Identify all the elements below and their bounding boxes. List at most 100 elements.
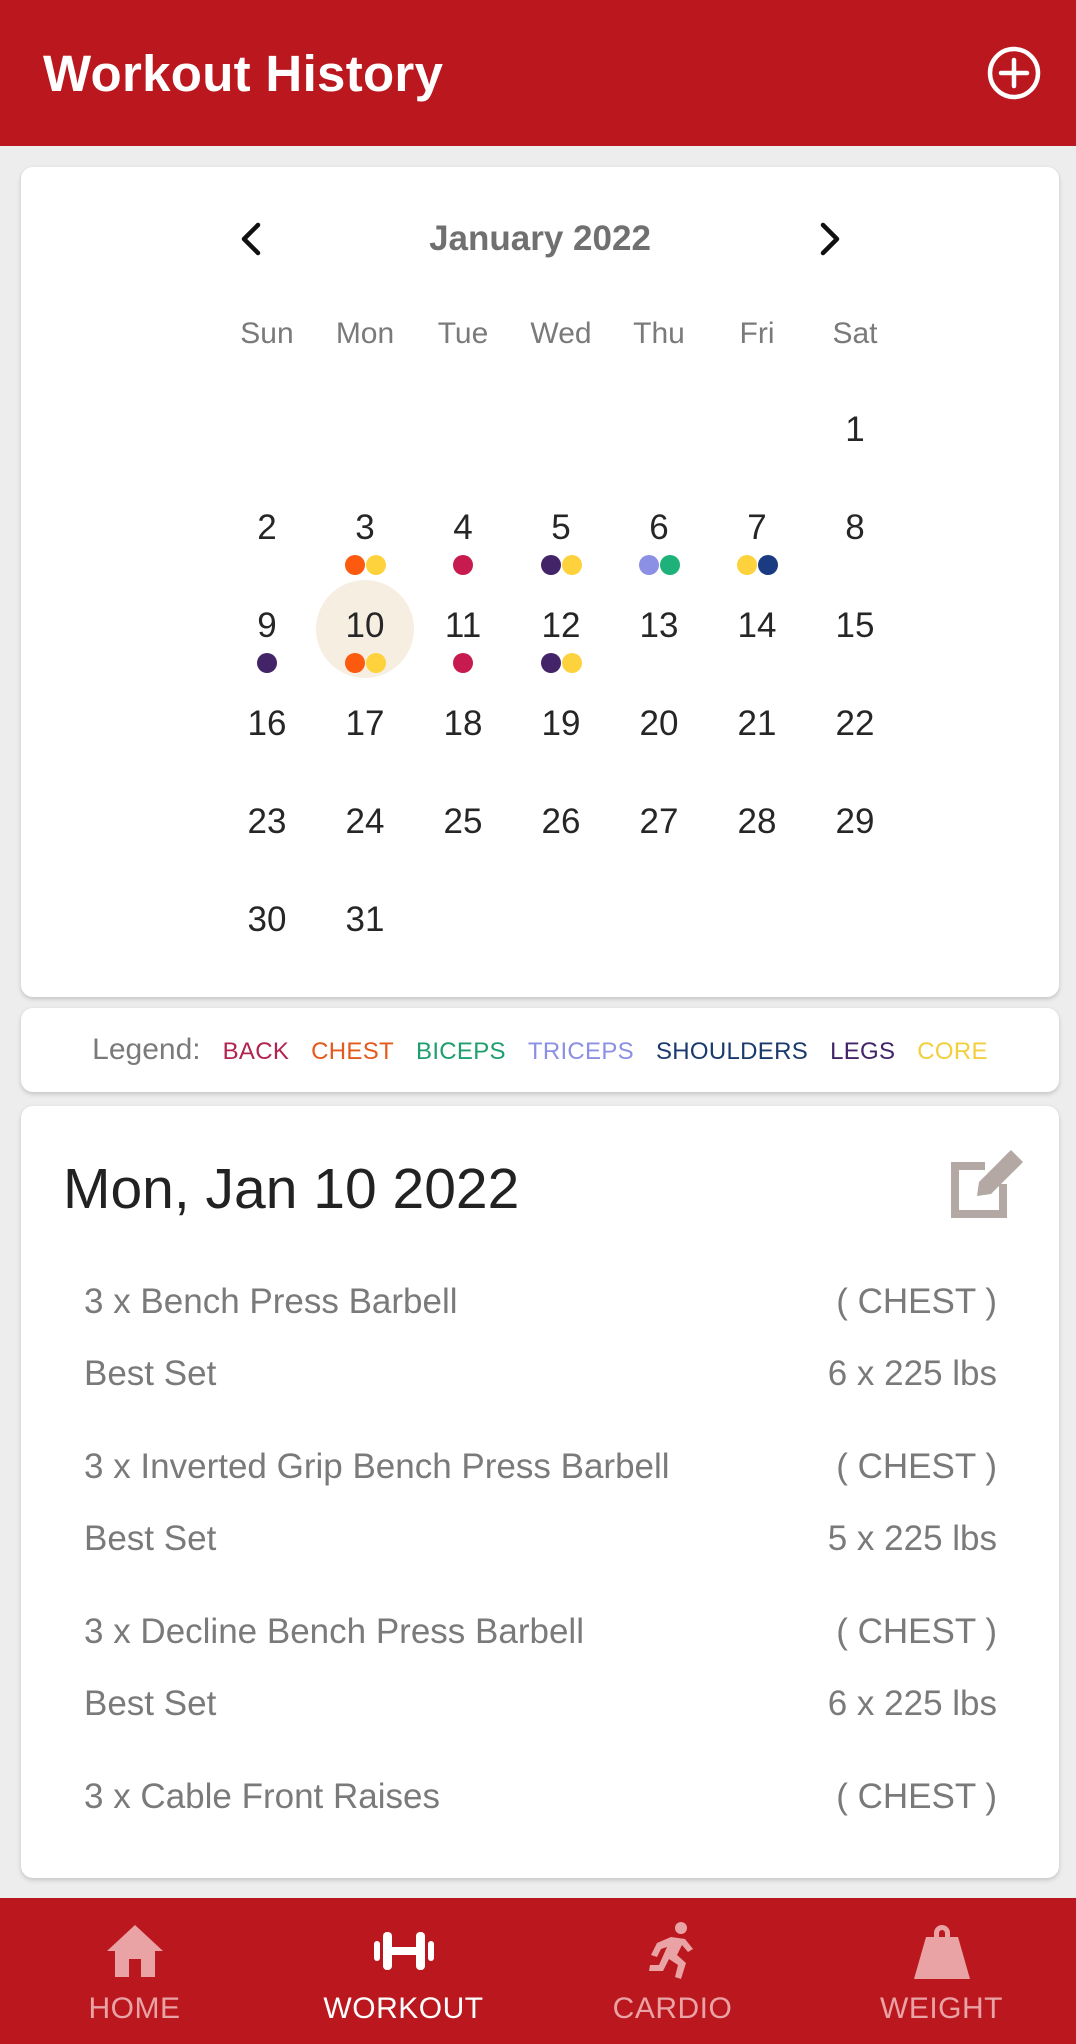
exercise-name: 3 x Inverted Grip Bench Press Barbell: [84, 1447, 670, 1486]
calendar-day[interactable]: 2: [218, 482, 316, 580]
calendar-day[interactable]: 24: [316, 776, 414, 874]
nav-label: WORKOUT: [323, 1992, 484, 2025]
exercise-item: 3 x Cable Front Raises ( CHEST ): [84, 1761, 997, 1833]
legend-card: Legend: BACK CHEST BICEPS TRICEPS SHOULDERS L…: [21, 1008, 1059, 1092]
add-workout-button[interactable]: [984, 43, 1044, 103]
weight-icon: [907, 1916, 977, 1986]
workout-dot: [344, 653, 365, 673]
nav-item-weight[interactable]: WEIGHT: [807, 1898, 1076, 2044]
weekday-label: Sat: [832, 317, 878, 350]
workout-dot: [561, 555, 582, 575]
nav-item-cardio[interactable]: CARDIO: [538, 1898, 807, 2044]
chevron-left-icon: [241, 222, 261, 256]
calendar-days-grid: 1 2 3 4 5 6 7 8 9 10 11 12 13 14 15 16 17 18 19 20 21 22 23 24 2…: [218, 384, 904, 972]
previous-month-button[interactable]: [221, 209, 281, 269]
nav-item-workout[interactable]: WORKOUT: [269, 1898, 538, 2044]
calendar-card: January 2022 Sun Mon Tue Wed Thu Fri Sat 12345…: [21, 167, 1059, 997]
edit-workout-button[interactable]: [943, 1144, 1023, 1224]
calendar-day[interactable]: 13: [610, 580, 708, 678]
workout-dots: [708, 555, 806, 575]
calendar-day[interactable]: 21: [708, 678, 806, 776]
edit-icon: [951, 1150, 1023, 1218]
page-title: Workout History: [43, 44, 444, 102]
best-set-label: Best Set: [84, 1684, 217, 1723]
calendar-day[interactable]: 11: [414, 580, 512, 678]
legend-item-shoulders: SHOULDERS: [655, 1038, 809, 1065]
nav-label: WEIGHT: [880, 1992, 1003, 2025]
calendar-day[interactable]: 29: [806, 776, 904, 874]
workout-dots: [512, 653, 610, 673]
day-number: 16: [247, 704, 287, 743]
calendar-day[interactable]: 6: [610, 482, 708, 580]
calendar-day[interactable]: 8: [806, 482, 904, 580]
empty-day-cell: [218, 384, 316, 482]
calendar-day[interactable]: 4: [414, 482, 512, 580]
exercise-muscle-group: ( CHEST ): [836, 1777, 997, 1816]
exercise-name: 3 x Decline Bench Press Barbell: [84, 1612, 584, 1651]
exercise-item: 3 x Inverted Grip Bench Press Barbell ( C…: [84, 1431, 997, 1575]
legend-item-biceps: BICEPS: [416, 1038, 506, 1065]
workout-dots: [414, 653, 512, 673]
workout-dot: [344, 555, 365, 575]
best-set-value: 5 x 225 lbs: [827, 1519, 997, 1558]
calendar-day[interactable]: 15: [806, 580, 904, 678]
dumbbell-icon: [369, 1916, 439, 1986]
calendar-day[interactable]: 16: [218, 678, 316, 776]
workout-dots: [414, 555, 512, 575]
nav-item-home[interactable]: HOME: [0, 1898, 269, 2044]
calendar-day[interactable]: 31: [316, 874, 414, 972]
best-set-value: 6 x 225 lbs: [827, 1684, 997, 1723]
weekday-label: Wed: [530, 317, 592, 350]
add-circle-icon: [987, 46, 1041, 100]
calendar-day[interactable]: 25: [414, 776, 512, 874]
day-number: 1: [845, 410, 865, 449]
calendar-day[interactable]: 17: [316, 678, 414, 776]
day-number: 28: [737, 802, 777, 841]
exercise-list: 3 x Bench Press Barbell ( CHEST ) Best Set…: [84, 1266, 997, 1854]
weekday-label: Fri: [739, 317, 775, 350]
workout-dots: [512, 555, 610, 575]
calendar-day[interactable]: 7: [708, 482, 806, 580]
calendar-day[interactable]: 20: [610, 678, 708, 776]
calendar-day[interactable]: 3: [316, 482, 414, 580]
exercise-name: 3 x Bench Press Barbell: [84, 1282, 458, 1321]
exercise-muscle-group: ( CHEST ): [836, 1282, 997, 1321]
day-number: 31: [345, 900, 385, 939]
calendar-day[interactable]: 5: [512, 482, 610, 580]
calendar-day[interactable]: 14: [708, 580, 806, 678]
calendar-day[interactable]: 30: [218, 874, 316, 972]
calendar-day[interactable]: 27: [610, 776, 708, 874]
workout-dot: [659, 555, 680, 575]
day-number: 23: [247, 802, 287, 841]
calendar-day[interactable]: 19: [512, 678, 610, 776]
weekday-label: Sun: [240, 317, 294, 350]
workout-dot: [638, 555, 659, 575]
calendar-day[interactable]: 9: [218, 580, 316, 678]
day-number: 30: [247, 900, 287, 939]
chevron-right-icon: [820, 222, 840, 256]
exercise-row: 3 x Cable Front Raises ( CHEST ): [84, 1761, 997, 1833]
day-number: 14: [737, 606, 777, 645]
calendar-day[interactable]: 22: [806, 678, 904, 776]
weekday-label: Tue: [437, 317, 489, 350]
next-month-button[interactable]: [800, 209, 860, 269]
calendar-day[interactable]: 18: [414, 678, 512, 776]
calendar-day[interactable]: 23: [218, 776, 316, 874]
workout-detail-card: Mon, Jan 10 2022 3 x Bench Press Barbell…: [21, 1106, 1059, 1878]
exercise-row: 3 x Decline Bench Press Barbell ( CHEST ): [84, 1596, 997, 1668]
calendar-day[interactable]: 26: [512, 776, 610, 874]
calendar-day[interactable]: 1: [806, 384, 904, 482]
calendar-day[interactable]: 12: [512, 580, 610, 678]
calendar-day[interactable]: 28: [708, 776, 806, 874]
calendar-day-selected[interactable]: 10: [316, 580, 414, 678]
nav-label: HOME: [88, 1992, 181, 2025]
legend-item-legs: LEGS: [830, 1038, 896, 1065]
workout-dot: [757, 555, 778, 575]
best-set-row: Best Set 6 x 225 lbs: [84, 1668, 997, 1740]
day-number: 26: [541, 802, 581, 841]
workout-dots: [316, 555, 414, 575]
day-number: 19: [541, 704, 581, 743]
exercise-item: 3 x Bench Press Barbell ( CHEST ) Best Set…: [84, 1266, 997, 1410]
exercise-item: 3 x Decline Bench Press Barbell ( CHEST )…: [84, 1596, 997, 1740]
empty-day-cell: [708, 384, 806, 482]
